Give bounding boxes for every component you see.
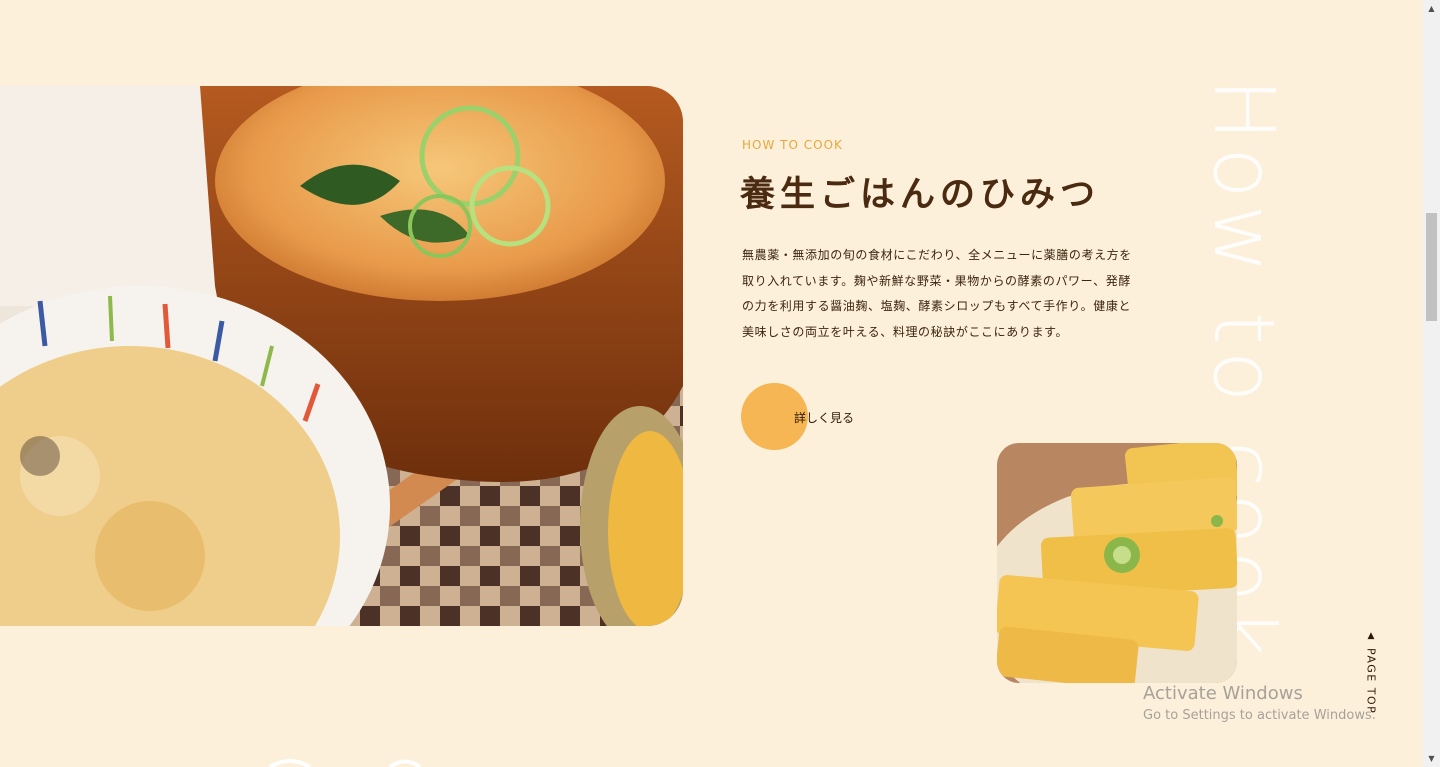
miso-soup-photo bbox=[0, 86, 683, 626]
scroll-down-arrow-icon[interactable]: ▼ bbox=[1423, 750, 1440, 767]
scroll-up-arrow-icon[interactable]: ▲ bbox=[1423, 0, 1440, 17]
next-section-decoration bbox=[268, 759, 422, 767]
vertical-scrollbar[interactable]: ▲ ▼ bbox=[1423, 0, 1440, 767]
watermark-title: Activate Windows bbox=[1143, 683, 1303, 704]
arrow-up-icon: ▲ bbox=[1367, 631, 1375, 641]
section-description: 無農薬・無添加の旬の食材にこだわり、全メニューに薬膳の考え方を取り入れています。… bbox=[742, 248, 1132, 339]
section-eyebrow: HOW TO COOK bbox=[742, 138, 843, 152]
watermark-subtitle: Go to Settings to activate Windows. bbox=[1143, 708, 1376, 723]
more-button-label: 詳しく見る bbox=[794, 411, 855, 425]
tamagoyaki-photo bbox=[997, 443, 1237, 683]
scrollbar-thumb[interactable] bbox=[1426, 213, 1437, 321]
section-title: 養生ごはんのひみつ bbox=[740, 174, 1101, 215]
page: HOW TO COOK 養生ごはんのひみつ 無農薬・無添加の旬の食材にこだわり、… bbox=[0, 0, 1423, 767]
more-button[interactable]: 詳しく見る bbox=[741, 383, 941, 450]
activate-windows-watermark: Activate Windows Go to Settings to activ… bbox=[1143, 683, 1376, 727]
